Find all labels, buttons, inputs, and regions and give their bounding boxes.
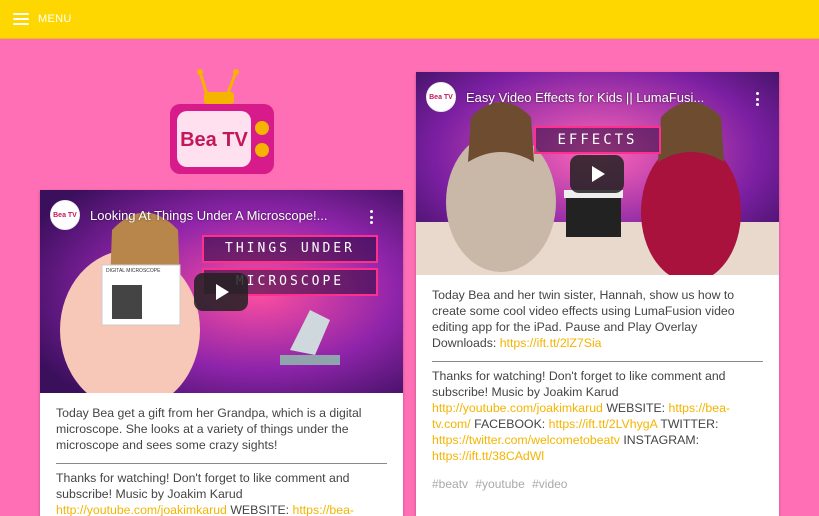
twitter-link[interactable]: https://twitter.com/welcometobeatv bbox=[432, 433, 620, 447]
more-options-icon[interactable] bbox=[370, 210, 374, 224]
thanks-message: Thanks for watching! Don't forget to lik… bbox=[56, 471, 350, 501]
video-description: Today Bea get a gift from her Grandpa, w… bbox=[40, 393, 403, 516]
video-banner-top: THINGS UNDER bbox=[202, 235, 378, 263]
description-text: Today Bea and her twin sister, Hannah, s… bbox=[432, 287, 763, 351]
product-label: DIGITAL MICROSCOPE bbox=[106, 268, 161, 274]
video-title[interactable]: Looking At Things Under A Microscope!... bbox=[90, 208, 352, 223]
more-options-icon[interactable] bbox=[756, 92, 760, 106]
divider bbox=[432, 361, 763, 362]
downloads-link[interactable]: https://ift.tt/2lZ7Sia bbox=[500, 336, 602, 350]
hashtag-video[interactable]: #video bbox=[532, 477, 567, 491]
top-menu-bar: MENU bbox=[0, 0, 819, 39]
twitter-label: TWITTER: bbox=[660, 417, 719, 431]
video-banner: EFFECTS bbox=[534, 126, 661, 154]
bea-tv-logo[interactable]: Bea TV bbox=[168, 68, 276, 176]
thanks-message: Thanks for watching! Don't forget to lik… bbox=[432, 369, 726, 399]
facebook-label: FACEBOOK: bbox=[474, 417, 546, 431]
thanks-text: Thanks for watching! Don't forget to lik… bbox=[432, 368, 763, 464]
hashtag-list: #beatv #youtube #video bbox=[432, 476, 763, 492]
hashtag-beatv[interactable]: #beatv bbox=[432, 477, 468, 491]
instagram-label: INSTAGRAM: bbox=[623, 433, 699, 447]
hamburger-menu-icon[interactable] bbox=[13, 13, 29, 25]
hashtag-youtube[interactable]: #youtube bbox=[475, 477, 524, 491]
music-link[interactable]: http://youtube.com/joakimkarud bbox=[56, 503, 227, 516]
menu-label[interactable]: MENU bbox=[38, 13, 72, 25]
website-link[interactable]: https://bea- bbox=[293, 503, 355, 516]
facebook-link[interactable]: https://ift.tt/2LVhygA bbox=[549, 417, 657, 431]
channel-avatar[interactable]: Bea TV bbox=[50, 200, 80, 230]
video-card-effects: EFFECTS Bea TV Easy Video Effects for Ki… bbox=[416, 72, 779, 516]
music-link[interactable]: http://youtube.com/joakimkarud bbox=[432, 401, 603, 415]
logo-text: Bea TV bbox=[180, 129, 248, 151]
thanks-text: Thanks for watching! Don't forget to lik… bbox=[56, 470, 387, 516]
video-description: Today Bea and her twin sister, Hannah, s… bbox=[416, 275, 779, 492]
instagram-link[interactable]: https://ift.tt/38CAdWl bbox=[432, 449, 544, 463]
description-text: Today Bea get a gift from her Grandpa, w… bbox=[56, 406, 362, 452]
play-button[interactable] bbox=[570, 155, 624, 193]
channel-avatar[interactable]: Bea TV bbox=[426, 82, 456, 112]
video-embed[interactable]: EFFECTS Bea TV Easy Video Effects for Ki… bbox=[416, 72, 779, 275]
video-card-microscope: THINGS UNDER MICROSCOPE DIGITAL MICROSCO… bbox=[40, 190, 403, 516]
divider bbox=[56, 463, 387, 464]
play-button[interactable] bbox=[194, 273, 248, 311]
video-embed[interactable]: THINGS UNDER MICROSCOPE DIGITAL MICROSCO… bbox=[40, 190, 403, 393]
website-label: WEBSITE: bbox=[230, 503, 290, 516]
website-label: WEBSITE: bbox=[606, 401, 666, 415]
video-title[interactable]: Easy Video Effects for Kids || LumaFusi.… bbox=[466, 90, 728, 105]
